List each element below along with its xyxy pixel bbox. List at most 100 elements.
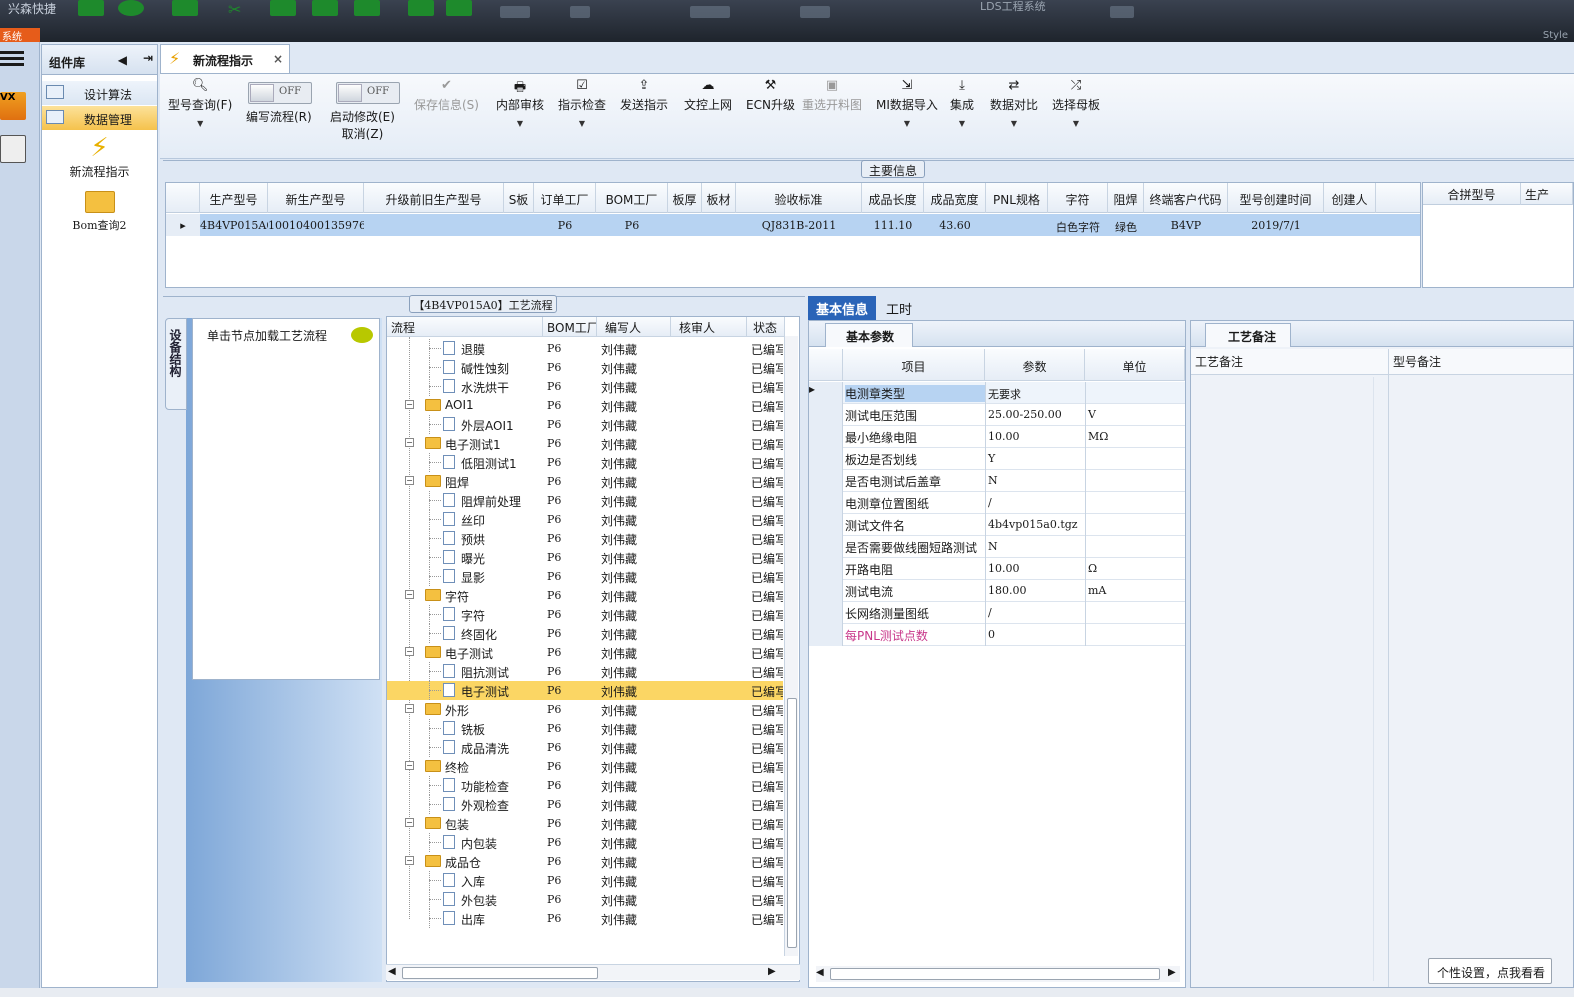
chevron-down-icon[interactable]: ▼ [168, 119, 232, 128]
param-value[interactable]: N [985, 470, 1085, 492]
vertical-scrollbar[interactable] [1373, 377, 1387, 981]
param-value[interactable]: 0 [985, 624, 1085, 646]
search-icon[interactable] [78, 0, 104, 16]
tree-row[interactable]: 水洗烘干 P6 刘伟藏 已编写 [387, 377, 783, 396]
scroll-right-icon[interactable]: ▶ [1168, 967, 1176, 978]
scrollbar-thumb[interactable] [402, 967, 598, 979]
tree-row[interactable]: 成品清洗 P6 刘伟藏 已编写 [387, 738, 783, 757]
param-value[interactable]: 10.00 [985, 426, 1085, 448]
tree-row[interactable]: − 包装 P6 刘伟藏 已编写 [387, 814, 783, 833]
column-header[interactable]: 升级前旧生产型号 [364, 183, 504, 213]
scrollbar-thumb[interactable] [787, 698, 797, 948]
film-icon[interactable] [270, 0, 296, 16]
param-row[interactable]: 板边是否划线 Y [809, 448, 1185, 470]
toggle-switch[interactable]: OFF [248, 82, 312, 104]
table-cell[interactable]: P6 [596, 214, 668, 236]
column-header[interactable]: PNL规格 [986, 183, 1048, 213]
hamburger-menu-icon[interactable] [0, 48, 24, 70]
tree-row[interactable]: 功能检查 P6 刘伟藏 已编写 [387, 776, 783, 795]
integrate-button[interactable]: ⤓ 集成 ▼ [950, 78, 974, 128]
scroll-left-icon[interactable]: ◀ [816, 967, 824, 978]
expander-icon[interactable]: − [405, 590, 414, 599]
table-row[interactable]: ▸ 4B4VP015A0 10010400135976 P6 P6 QJ831B-201… [166, 214, 1420, 236]
column-header[interactable]: 成品宽度 [924, 183, 986, 213]
chevron-down-icon[interactable]: ▼ [990, 119, 1038, 128]
horizontal-scrollbar[interactable]: ◀ ▶ [386, 964, 800, 980]
save-info-button[interactable]: ✔ 保存信息(S) [414, 78, 479, 113]
table-cell[interactable] [364, 214, 504, 236]
table-cell[interactable]: 绿色 [1108, 214, 1144, 236]
column-header[interactable]: 编写人 [597, 317, 671, 337]
reselect-cutting-chart-button[interactable]: ▣ 重选开料图 [802, 78, 862, 113]
expander-icon[interactable]: − [405, 438, 414, 447]
chevron-down-icon[interactable]: ▼ [496, 119, 544, 128]
tree-row[interactable]: 显影 P6 刘伟藏 已编写 [387, 567, 783, 586]
column-header[interactable]: 生产 [1521, 183, 1573, 205]
expander-icon[interactable]: − [405, 856, 414, 865]
param-row[interactable]: 是否需要做线圈短路测试 N [809, 536, 1185, 558]
tree-row[interactable]: 曝光 P6 刘伟藏 已编写 [387, 548, 783, 567]
table-cell[interactable] [668, 214, 702, 236]
table-icon[interactable] [354, 0, 380, 16]
expander-icon[interactable]: − [405, 704, 414, 713]
select-mother-board-button[interactable]: ⤮ 选择母板 ▼ [1052, 78, 1100, 128]
tree-row[interactable]: − 阻焊 P6 刘伟藏 已编写 [387, 472, 783, 491]
tab-process-notes[interactable]: 工艺备注 [1205, 323, 1291, 347]
tree-row[interactable]: − 终检 P6 刘伟藏 已编写 [387, 757, 783, 776]
tree-row[interactable]: 字符 P6 刘伟藏 已编写 [387, 605, 783, 624]
load-process-box[interactable]: 单击节点加载工艺流程 [192, 318, 380, 680]
send-instruction-button[interactable]: ⇪ 发送指示 [620, 78, 668, 113]
tree-row[interactable]: 阻焊前处理 P6 刘伟藏 已编写 [387, 491, 783, 510]
tree-row[interactable]: 碱性蚀刻 P6 刘伟藏 已编写 [387, 358, 783, 377]
pin-icon[interactable]: ⇥ [143, 51, 153, 65]
param-value[interactable]: Y [985, 448, 1085, 470]
param-row[interactable]: 长网络测量图纸 / [809, 602, 1185, 624]
merge-model-grid[interactable]: 合拼型号 生产 [1422, 182, 1574, 288]
table-cell[interactable] [504, 214, 534, 236]
scrollbar-thumb[interactable] [830, 968, 1160, 980]
tree-row[interactable]: 阻抗测试 P6 刘伟藏 已编写 [387, 662, 783, 681]
column-header[interactable]: 板材 [702, 183, 736, 213]
instruction-check-button[interactable]: ☑ 指示检查 ▼ [558, 78, 606, 128]
tree-row[interactable]: 外层AOI1 P6 刘伟藏 已编写 [387, 415, 783, 434]
toggle-switch[interactable]: OFF [336, 82, 400, 104]
tree-row[interactable]: − 成品仓 P6 刘伟藏 已编写 [387, 852, 783, 871]
tree-row[interactable]: 内包装 P6 刘伟藏 已编写 [387, 833, 783, 852]
param-row[interactable]: 测试文件名 4b4vp015a0.tgz [809, 514, 1185, 536]
tab-work-hours[interactable]: 工时 [878, 296, 918, 320]
table-cell[interactable]: 111.10 [862, 214, 924, 236]
scroll-left-icon[interactable]: ◀ [388, 966, 396, 977]
cancel-label[interactable]: 取消(Z) [330, 125, 395, 142]
data-compare-button[interactable]: ⇄ 数据对比 ▼ [990, 78, 1038, 128]
param-row[interactable]: 最小绝缘电阻 10.00 MΩ [809, 426, 1185, 448]
param-row[interactable]: 测试电流 180.00 mA [809, 580, 1185, 602]
expander-icon[interactable]: − [405, 818, 414, 827]
model-query-button[interactable]: 🔍︎ 型号查询(F) ▼ [168, 78, 232, 128]
column-header[interactable]: 新生产型号 [268, 183, 364, 213]
param-value[interactable]: / [985, 492, 1085, 514]
expander-icon[interactable]: − [405, 476, 414, 485]
table-cell[interactable]: 4B4VP015A0 [200, 214, 268, 236]
tab-new-process[interactable]: ⚡ 新流程指示 × [160, 44, 290, 74]
settings-icon[interactable] [118, 0, 144, 16]
mi-data-import-button[interactable]: ⇲ MI数据导入 ▼ [876, 78, 938, 128]
param-value[interactable]: 4b4vp015a0.tgz [985, 514, 1085, 536]
expander-icon[interactable]: − [405, 647, 414, 656]
chevron-down-icon[interactable]: ▼ [876, 119, 938, 128]
param-value[interactable]: / [985, 602, 1085, 624]
table-cell[interactable] [1324, 214, 1376, 236]
chevron-down-icon[interactable]: ▼ [1052, 119, 1100, 128]
column-header[interactable]: 状态 [747, 317, 785, 337]
cut-icon[interactable]: ✂ [228, 0, 254, 19]
chart-icon[interactable] [446, 0, 472, 16]
tree-row[interactable]: 终固化 P6 刘伟藏 已编写 [387, 624, 783, 643]
collapse-left-icon[interactable]: ◀ [118, 53, 127, 67]
column-header[interactable]: 项目 [843, 349, 985, 381]
param-value[interactable]: 10.00 [985, 558, 1085, 580]
tree-row[interactable]: 出库 P6 刘伟藏 已编写 [387, 909, 783, 928]
tree-row[interactable]: − 字符 P6 刘伟藏 已编写 [387, 586, 783, 605]
column-header[interactable]: 生产型号 [200, 183, 268, 213]
table-cell[interactable]: 43.60 [924, 214, 986, 236]
copy-icon[interactable] [312, 0, 338, 16]
column-header[interactable]: 流程 [387, 317, 543, 337]
